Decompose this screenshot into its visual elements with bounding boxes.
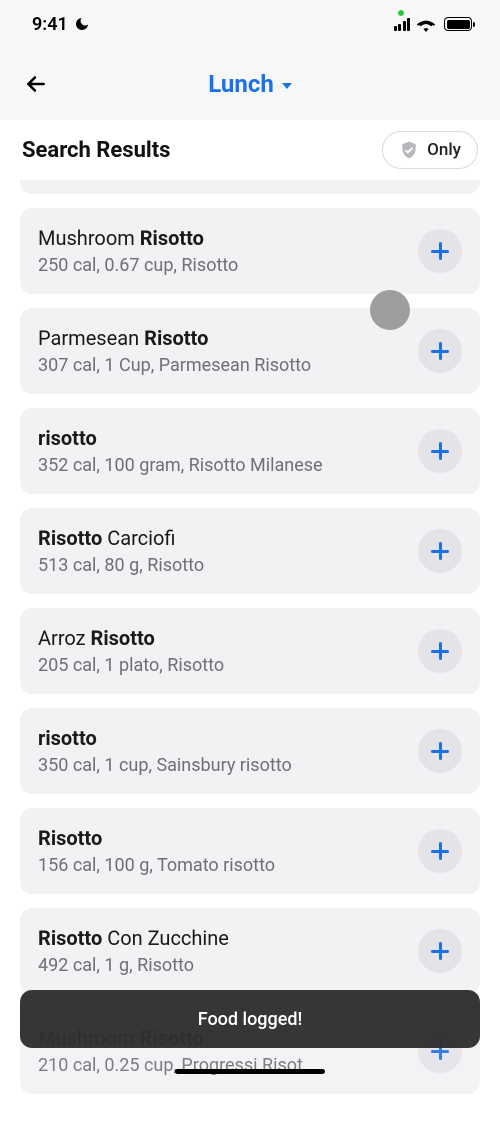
result-title: Mushroom Risotto xyxy=(38,226,406,251)
add-food-button[interactable] xyxy=(418,929,462,973)
results-list[interactable]: Mushroom Risotto 250 cal, 0.67 cup, Risot… xyxy=(0,180,500,1128)
cellular-signal-icon xyxy=(394,18,411,31)
result-title: Parmesean Risotto xyxy=(38,326,406,351)
result-text: Arroz Risotto 205 cal, 1 plato, Risotto xyxy=(38,626,406,676)
plus-icon xyxy=(430,841,450,861)
home-indicator[interactable] xyxy=(175,1069,325,1074)
status-time-area: 9:41 xyxy=(32,14,90,35)
result-subtitle: 205 cal, 1 plato, Risotto xyxy=(38,655,406,676)
verified-shield-icon xyxy=(399,140,419,160)
camera-privacy-indicator xyxy=(398,10,404,16)
add-food-button[interactable] xyxy=(418,529,462,573)
result-title: risotto xyxy=(38,426,406,451)
result-title: Risotto Carciofi xyxy=(38,526,406,551)
add-food-button[interactable] xyxy=(418,629,462,673)
result-subtitle: 156 cal, 100 g, Tomato risotto xyxy=(38,855,406,876)
result-text: risotto 350 cal, 1 cup, Sainsbury risotto xyxy=(38,726,406,776)
plus-icon xyxy=(430,341,450,361)
back-arrow-icon xyxy=(23,71,49,97)
result-subtitle: 492 cal, 1 g, Risotto xyxy=(38,955,406,976)
result-text: Risotto Con Zucchine 492 cal, 1 g, Risott… xyxy=(38,926,406,976)
plus-icon xyxy=(430,941,450,961)
result-subtitle: 350 cal, 1 cup, Sainsbury risotto xyxy=(38,755,406,776)
add-food-button[interactable] xyxy=(418,729,462,773)
add-food-button[interactable] xyxy=(418,429,462,473)
chevron-down-icon xyxy=(282,83,292,89)
status-bar: 9:41 xyxy=(0,0,500,48)
add-food-button[interactable] xyxy=(418,329,462,373)
result-text: Risotto 156 cal, 100 g, Tomato risotto xyxy=(38,826,406,876)
status-time: 9:41 xyxy=(32,14,68,35)
section-header: Search Results Only xyxy=(0,120,500,180)
plus-icon xyxy=(430,741,450,761)
do-not-disturb-icon xyxy=(74,16,90,32)
result-item[interactable]: risotto 350 cal, 1 cup, Sainsbury risotto xyxy=(20,708,480,794)
result-subtitle: 513 cal, 80 g, Risotto xyxy=(38,555,406,576)
toast: Food logged! xyxy=(20,990,480,1048)
result-title: Risotto xyxy=(38,826,406,851)
plus-icon xyxy=(430,541,450,561)
result-text: Risotto Carciofi 513 cal, 80 g, Risotto xyxy=(38,526,406,576)
result-item[interactable]: risotto 352 cal, 100 gram, Risotto Milane… xyxy=(20,408,480,494)
nav-bar: Lunch xyxy=(0,48,500,120)
content: Search Results Only Mushroom Risotto 250 … xyxy=(0,120,500,1128)
verified-only-filter[interactable]: Only xyxy=(382,131,478,169)
result-title: Arroz Risotto xyxy=(38,626,406,651)
plus-icon xyxy=(430,441,450,461)
result-item[interactable]: Parmesean Risotto 307 cal, 1 Cup, Parmese… xyxy=(20,308,480,394)
result-item[interactable]: Risotto 156 cal, 100 g, Tomato risotto xyxy=(20,808,480,894)
result-item[interactable]: Arroz Risotto 205 cal, 1 plato, Risotto xyxy=(20,608,480,694)
meal-selector-label: Lunch xyxy=(208,70,274,98)
status-right xyxy=(394,17,473,32)
result-title: risotto xyxy=(38,726,406,751)
plus-icon xyxy=(430,241,450,261)
section-title: Search Results xyxy=(22,138,170,163)
result-item[interactable]: Risotto Carciofi 513 cal, 80 g, Risotto xyxy=(20,508,480,594)
result-subtitle: 250 cal, 0.67 cup, Risotto xyxy=(38,255,406,276)
result-item[interactable]: Mushroom Risotto 250 cal, 0.67 cup, Risot… xyxy=(20,208,480,294)
add-food-button[interactable] xyxy=(418,229,462,273)
result-subtitle: 352 cal, 100 gram, Risotto Milanese xyxy=(38,455,406,476)
add-food-button[interactable] xyxy=(418,829,462,873)
result-subtitle: 307 cal, 1 Cup, Parmesean Risotto xyxy=(38,355,406,376)
partial-prev-card xyxy=(20,180,480,194)
result-text: Parmesean Risotto 307 cal, 1 Cup, Parmese… xyxy=(38,326,406,376)
back-button[interactable] xyxy=(20,68,52,100)
toast-message: Food logged! xyxy=(198,1009,303,1030)
result-text: risotto 352 cal, 100 gram, Risotto Milane… xyxy=(38,426,406,476)
result-title: Risotto Con Zucchine xyxy=(38,926,406,951)
verified-only-label: Only xyxy=(427,140,461,160)
wifi-icon xyxy=(416,17,436,32)
plus-icon xyxy=(430,641,450,661)
result-text: Mushroom Risotto 250 cal, 0.67 cup, Risot… xyxy=(38,226,406,276)
battery-icon xyxy=(444,17,472,31)
result-item[interactable]: Risotto Con Zucchine 492 cal, 1 g, Risott… xyxy=(20,908,480,994)
touch-cursor xyxy=(370,290,410,330)
meal-selector[interactable]: Lunch xyxy=(208,70,292,98)
